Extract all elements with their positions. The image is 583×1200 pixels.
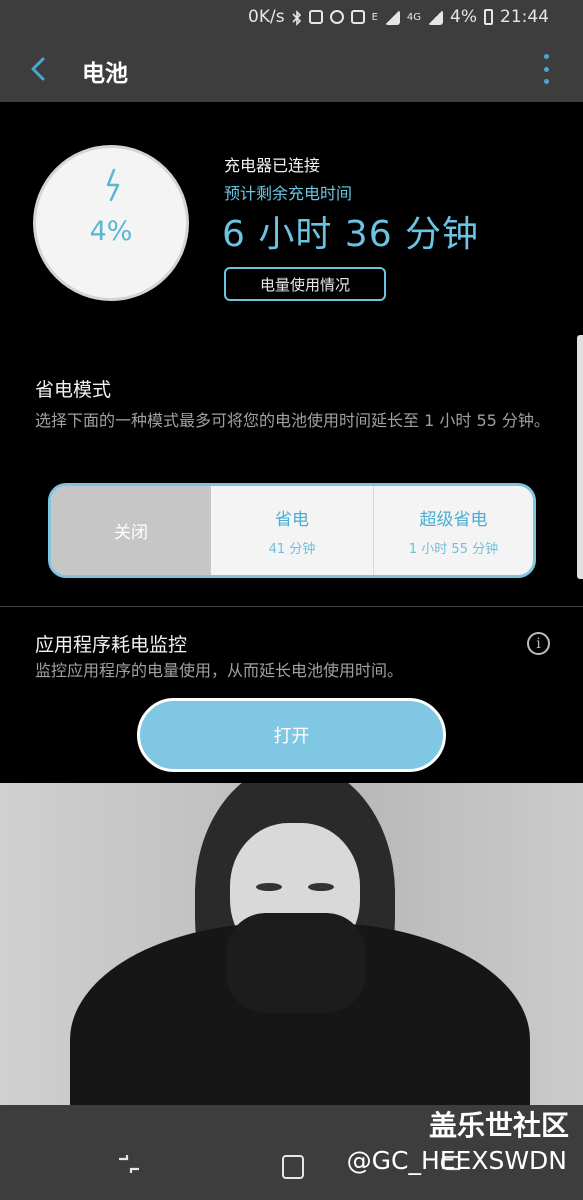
signal-icon xyxy=(384,9,400,25)
alarm-icon xyxy=(329,10,344,24)
battery-percent: 4% xyxy=(450,7,477,27)
watermark-handle: @GC_HEEXSWDN xyxy=(346,1146,567,1175)
mode-off-label: 关闭 xyxy=(114,523,148,543)
info-icon[interactable]: i xyxy=(527,632,550,655)
mode-off-option[interactable]: 关闭 xyxy=(51,486,211,575)
mode-ultra-saving-option[interactable]: 超级省电 1 小时 55 分钟 xyxy=(374,486,533,575)
net-label: 4G xyxy=(406,11,422,23)
photo-eye-left xyxy=(256,883,282,891)
more-options-icon[interactable] xyxy=(539,54,553,84)
status-icons: 0K/s E 4G 4% 21:44 xyxy=(248,7,549,27)
power-mode-selector: 关闭 省电 41 分钟 超级省电 1 小时 55 分钟 xyxy=(48,483,536,578)
mode-ultra-saving-duration: 1 小时 55 分钟 xyxy=(408,541,499,557)
app-power-monitor-description: 监控应用程序的电量使用，从而延长电池使用时间。 xyxy=(35,661,404,680)
remaining-charge-time: 6 小时 36 分钟 xyxy=(222,214,480,255)
battery-level-circle: 4% xyxy=(33,145,189,301)
battery-charging-icon xyxy=(484,9,493,25)
section-divider xyxy=(0,606,583,607)
watermark-site: 盖乐世社区 xyxy=(428,1109,569,1142)
mode-power-saving-label: 省电 xyxy=(275,509,309,530)
turn-on-button[interactable]: 打开 xyxy=(137,698,446,772)
app-power-monitor-title: 应用程序耗电监控 xyxy=(35,634,188,656)
mode-power-saving-duration: 41 分钟 xyxy=(268,541,316,557)
battery-usage-button[interactable]: 电量使用情况 xyxy=(224,267,386,301)
photo-collar xyxy=(226,913,366,1013)
power-saving-description: 选择下面的一种模式最多可将您的电池使用时间延长至 1 小时 55 分钟。 xyxy=(35,411,550,430)
lte-label: E xyxy=(371,11,378,23)
status-bar: 0K/s E 4G 4% 21:44 xyxy=(0,0,583,36)
photo-eye-right xyxy=(308,883,334,891)
signal-icon-2 xyxy=(428,9,444,25)
remaining-charge-label: 预计剩余充电时间 xyxy=(224,184,353,203)
net-speed: 0K/s xyxy=(248,7,285,27)
back-arrow-icon[interactable] xyxy=(26,56,52,82)
clock: 21:44 xyxy=(500,7,549,27)
nfc-icon xyxy=(308,10,323,24)
home-icon[interactable] xyxy=(282,1155,304,1179)
charging-bolt-icon xyxy=(102,168,124,202)
power-saving-title: 省电模式 xyxy=(35,379,112,401)
bluetooth-icon xyxy=(291,10,302,26)
charger-status: 充电器已连接 xyxy=(224,156,321,175)
background-photo xyxy=(0,783,583,1105)
mode-power-saving-option[interactable]: 省电 41 分钟 xyxy=(211,486,374,575)
battery-percent-value: 4% xyxy=(89,216,133,247)
mode-ultra-saving-label: 超级省电 xyxy=(419,509,488,530)
app-bar: 电池 xyxy=(0,36,583,102)
scrollbar[interactable] xyxy=(577,335,583,579)
page-title: 电池 xyxy=(82,61,128,87)
message-icon xyxy=(350,10,365,24)
recents-icon[interactable] xyxy=(116,1153,142,1175)
